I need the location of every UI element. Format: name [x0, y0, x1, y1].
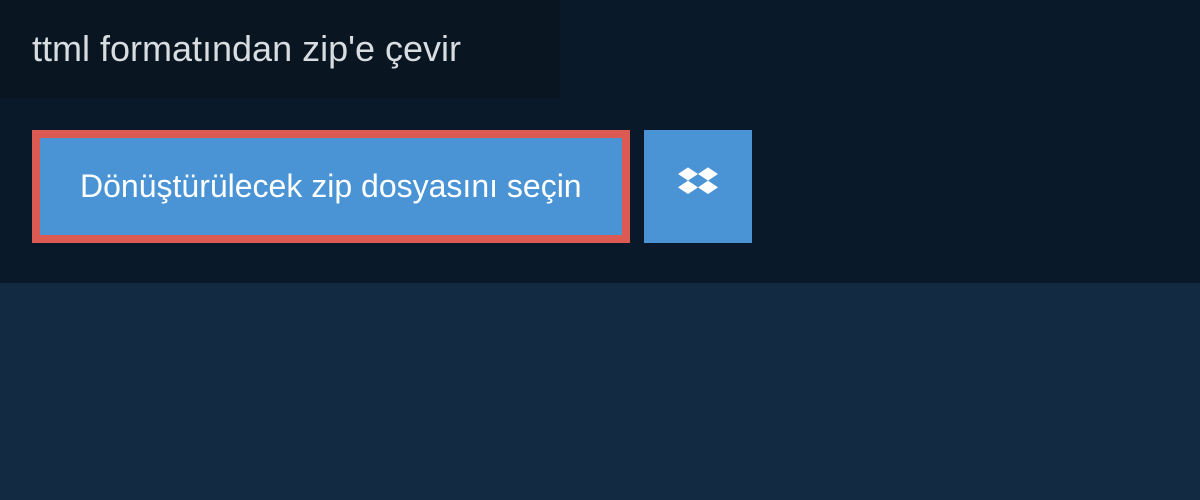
converter-panel: ttml formatından zip'e çevir Dönüştürüle… — [0, 0, 1200, 283]
action-row: Dönüştürülecek zip dosyasını seçin — [0, 98, 1200, 243]
title-bar: ttml formatından zip'e çevir — [0, 0, 560, 98]
select-file-button-label: Dönüştürülecek zip dosyasını seçin — [80, 168, 582, 205]
dropbox-button[interactable] — [644, 130, 752, 243]
dropbox-icon — [678, 164, 718, 209]
select-file-button[interactable]: Dönüştürülecek zip dosyasını seçin — [32, 130, 630, 243]
page-title: ttml formatından zip'e çevir — [32, 28, 461, 69]
